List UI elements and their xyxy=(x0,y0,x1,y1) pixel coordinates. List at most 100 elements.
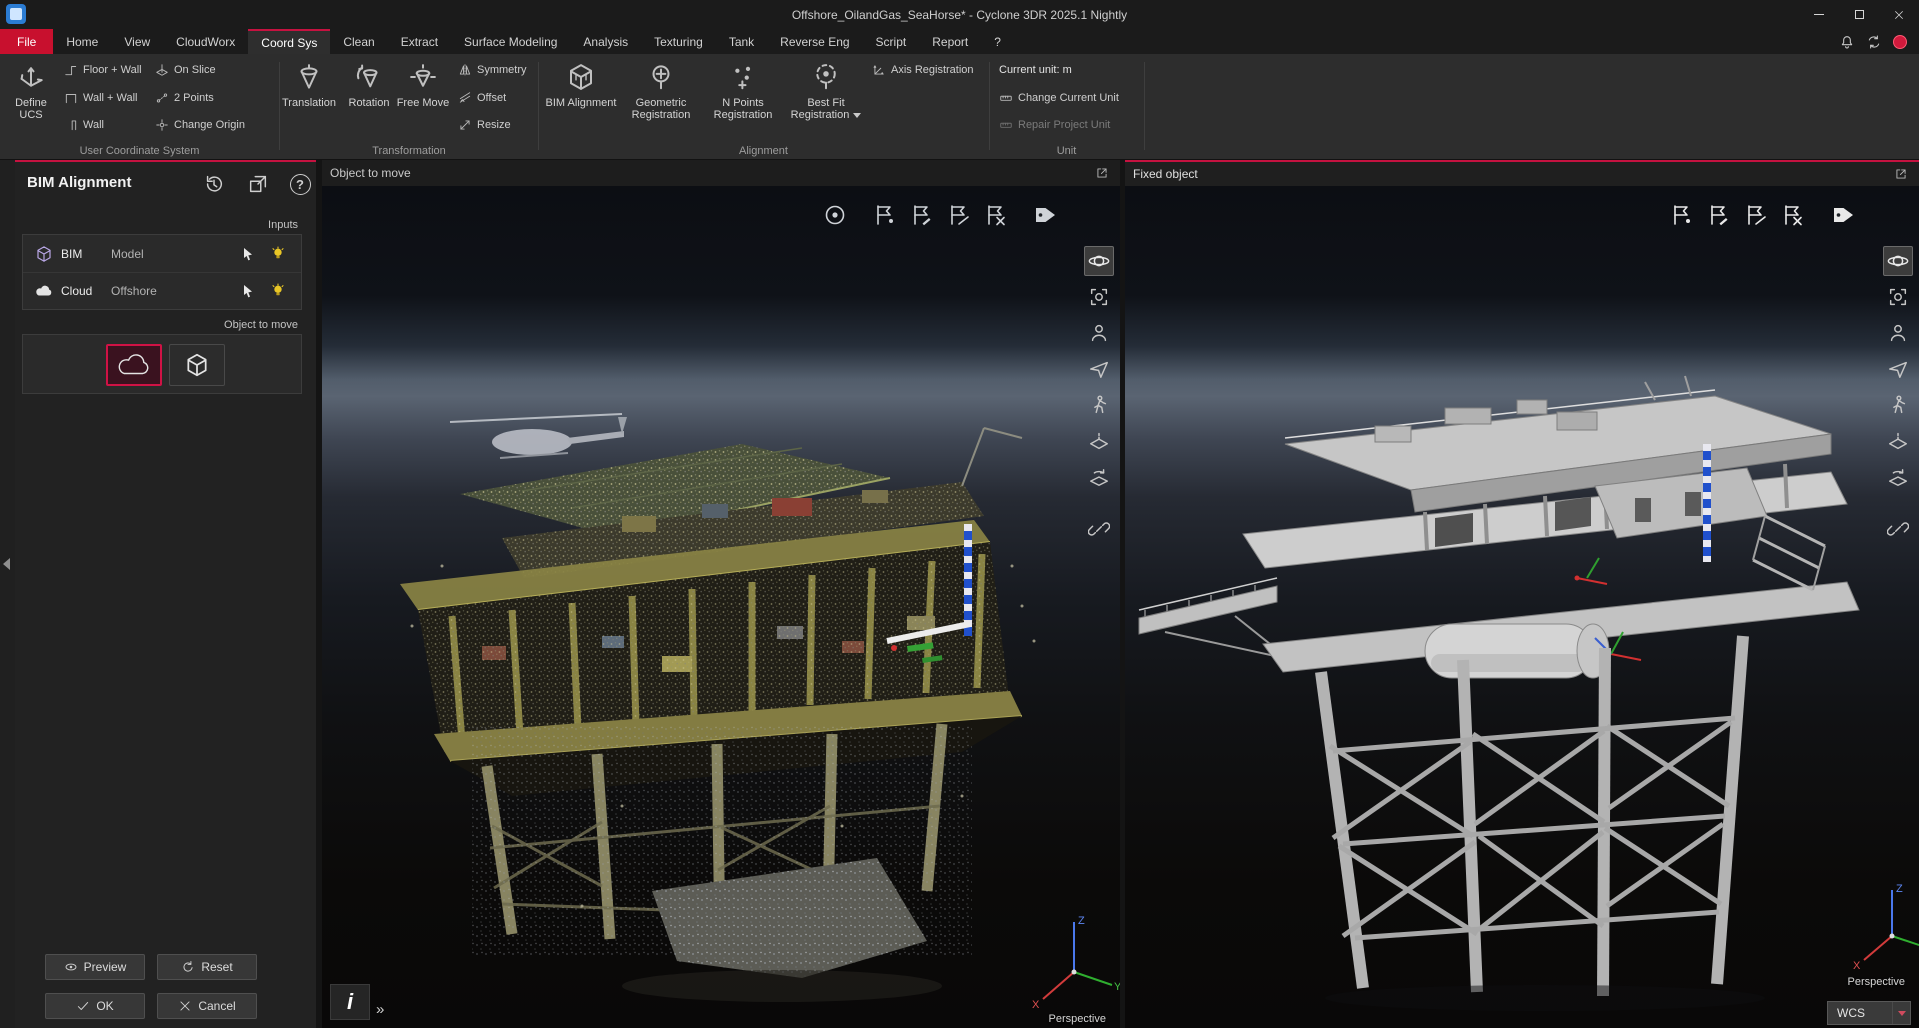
tab-surface-modeling[interactable]: Surface Modeling xyxy=(451,29,570,54)
label-hide-icon[interactable] xyxy=(942,198,976,232)
maximize-button[interactable] xyxy=(1839,0,1879,29)
symmetry-button[interactable]: Symmetry xyxy=(458,59,527,81)
tab-report[interactable]: Report xyxy=(919,29,981,54)
label-delete-icon[interactable] xyxy=(1776,198,1810,232)
fly-mode-button[interactable] xyxy=(1084,354,1114,384)
help-button[interactable]: ? xyxy=(287,171,313,197)
define-ucs-button[interactable]: Define UCS xyxy=(2,57,60,121)
rotate-plane-button[interactable] xyxy=(1084,462,1114,492)
fly-mode-button[interactable] xyxy=(1883,354,1913,384)
cancel-button[interactable]: Cancel xyxy=(157,993,257,1019)
tab-texturing[interactable]: Texturing xyxy=(641,29,716,54)
tab-file[interactable]: File xyxy=(0,29,53,54)
info-popup-button[interactable]: i » xyxy=(330,984,384,1020)
axis-registration-button[interactable]: Axis Registration xyxy=(872,59,974,81)
section-plane-button[interactable] xyxy=(1883,426,1913,456)
label-point-icon[interactable] xyxy=(868,198,902,232)
highlight-cloud-button[interactable] xyxy=(267,280,289,302)
label-point-icon[interactable] xyxy=(1665,198,1699,232)
viewport-canvas[interactable]: Z X Y Perspective WCS xyxy=(1125,186,1919,1028)
link-views-button[interactable] xyxy=(1084,514,1114,544)
projection-mode-label[interactable]: Perspective xyxy=(1848,976,1905,988)
notifications-bell-icon[interactable] xyxy=(1839,34,1855,50)
n-points-registration-button[interactable]: N Points Registration xyxy=(706,57,780,121)
tab-cloudworx[interactable]: CloudWorx xyxy=(163,29,248,54)
rotate-view-button[interactable] xyxy=(1084,246,1114,276)
walk-mode-button[interactable] xyxy=(1084,390,1114,420)
wall-button[interactable]: Wall xyxy=(64,114,104,136)
tab-coord-sys[interactable]: Coord Sys xyxy=(248,29,330,54)
resize-button[interactable]: Resize xyxy=(458,114,511,136)
change-current-unit-button[interactable]: Change Current Unit xyxy=(999,87,1119,109)
change-origin-button[interactable]: Change Origin xyxy=(155,114,245,136)
input-name: BIM xyxy=(61,247,103,261)
translation-button[interactable]: Translation xyxy=(280,57,338,109)
coordinate-system-dropdown[interactable]: WCS xyxy=(1827,1001,1911,1025)
tab-clean[interactable]: Clean xyxy=(330,29,387,54)
tab-home[interactable]: Home xyxy=(53,29,111,54)
bim-alignment-button[interactable]: BIM Alignment xyxy=(544,57,618,109)
zoom-fit-button[interactable] xyxy=(1084,282,1114,312)
detach-panel-button[interactable] xyxy=(245,171,271,197)
rotation-button[interactable]: Rotation xyxy=(341,57,397,109)
close-button[interactable] xyxy=(1879,0,1919,29)
viewpoint-button[interactable] xyxy=(1084,318,1114,348)
wall-wall-button[interactable]: Wall + Wall xyxy=(64,87,138,109)
point-cloud-render[interactable] xyxy=(322,186,1120,1028)
pop-out-viewport-button[interactable] xyxy=(1891,164,1911,184)
label-edit-icon[interactable] xyxy=(905,198,939,232)
viewport-canvas[interactable]: i » Z X Y Perspective xyxy=(322,186,1120,1028)
move-model-toggle[interactable] xyxy=(169,344,225,386)
link-views-button[interactable] xyxy=(1883,514,1913,544)
label-edit-icon[interactable] xyxy=(1702,198,1736,232)
panel-collapse-strip[interactable] xyxy=(0,160,15,1028)
external-link-icon xyxy=(1095,166,1109,180)
preview-button[interactable]: Preview xyxy=(45,954,145,980)
best-fit-registration-icon xyxy=(811,62,841,92)
close-icon xyxy=(1893,9,1905,21)
walk-mode-button[interactable] xyxy=(1883,390,1913,420)
projection-mode-label[interactable]: Perspective xyxy=(1049,1013,1106,1025)
repair-project-unit-button[interactable]: Repair Project Unit xyxy=(999,114,1110,136)
sync-icon[interactable] xyxy=(1866,34,1882,50)
tag-icon[interactable] xyxy=(1028,198,1062,232)
tab-help[interactable]: ? xyxy=(981,29,1014,54)
pick-cloud-button[interactable] xyxy=(237,280,259,302)
tag-icon[interactable] xyxy=(1826,198,1860,232)
ok-button[interactable]: OK xyxy=(45,993,145,1019)
plane-icon xyxy=(1088,430,1110,452)
reset-button[interactable]: Reset xyxy=(157,954,257,980)
pick-bim-button[interactable] xyxy=(237,243,259,265)
free-move-button[interactable]: Free Move xyxy=(395,57,451,109)
floor-wall-button[interactable]: Floor + Wall xyxy=(64,59,142,81)
label-delete-icon[interactable] xyxy=(979,198,1013,232)
offset-button[interactable]: Offset xyxy=(458,87,506,109)
translation-icon xyxy=(294,62,324,92)
rotate-plane-button[interactable] xyxy=(1883,462,1913,492)
best-fit-registration-button[interactable]: Best Fit Registration xyxy=(787,57,865,121)
highlight-bim-button[interactable] xyxy=(267,243,289,265)
on-slice-button[interactable]: On Slice xyxy=(155,59,216,81)
move-cloud-toggle[interactable] xyxy=(106,344,162,386)
two-points-button[interactable]: 2 Points xyxy=(155,87,214,109)
label-hide-icon[interactable] xyxy=(1739,198,1773,232)
cad-model-render[interactable] xyxy=(1125,186,1919,1028)
restore-defaults-button[interactable] xyxy=(201,171,227,197)
section-plane-button[interactable] xyxy=(1084,426,1114,456)
tab-analysis[interactable]: Analysis xyxy=(570,29,641,54)
navigation-ball-icon[interactable] xyxy=(818,198,852,232)
zoom-fit-button[interactable] xyxy=(1883,282,1913,312)
viewport-fixed-object: Fixed object xyxy=(1125,160,1919,1028)
tab-view[interactable]: View xyxy=(111,29,163,54)
tab-extract[interactable]: Extract xyxy=(388,29,451,54)
cyclone-3dr-window: Offshore_OilandGas_SeaHorse* - Cyclone 3… xyxy=(0,0,1919,1028)
tab-reverse-eng[interactable]: Reverse Eng xyxy=(767,29,862,54)
pop-out-viewport-button[interactable] xyxy=(1092,163,1112,183)
tab-tank[interactable]: Tank xyxy=(716,29,767,54)
walk-icon xyxy=(1887,394,1909,416)
minimize-button[interactable] xyxy=(1799,0,1839,29)
rotate-view-button[interactable] xyxy=(1883,246,1913,276)
tab-script[interactable]: Script xyxy=(863,29,920,54)
viewpoint-button[interactable] xyxy=(1883,318,1913,348)
geometric-registration-button[interactable]: Geometric Registration xyxy=(624,57,698,121)
